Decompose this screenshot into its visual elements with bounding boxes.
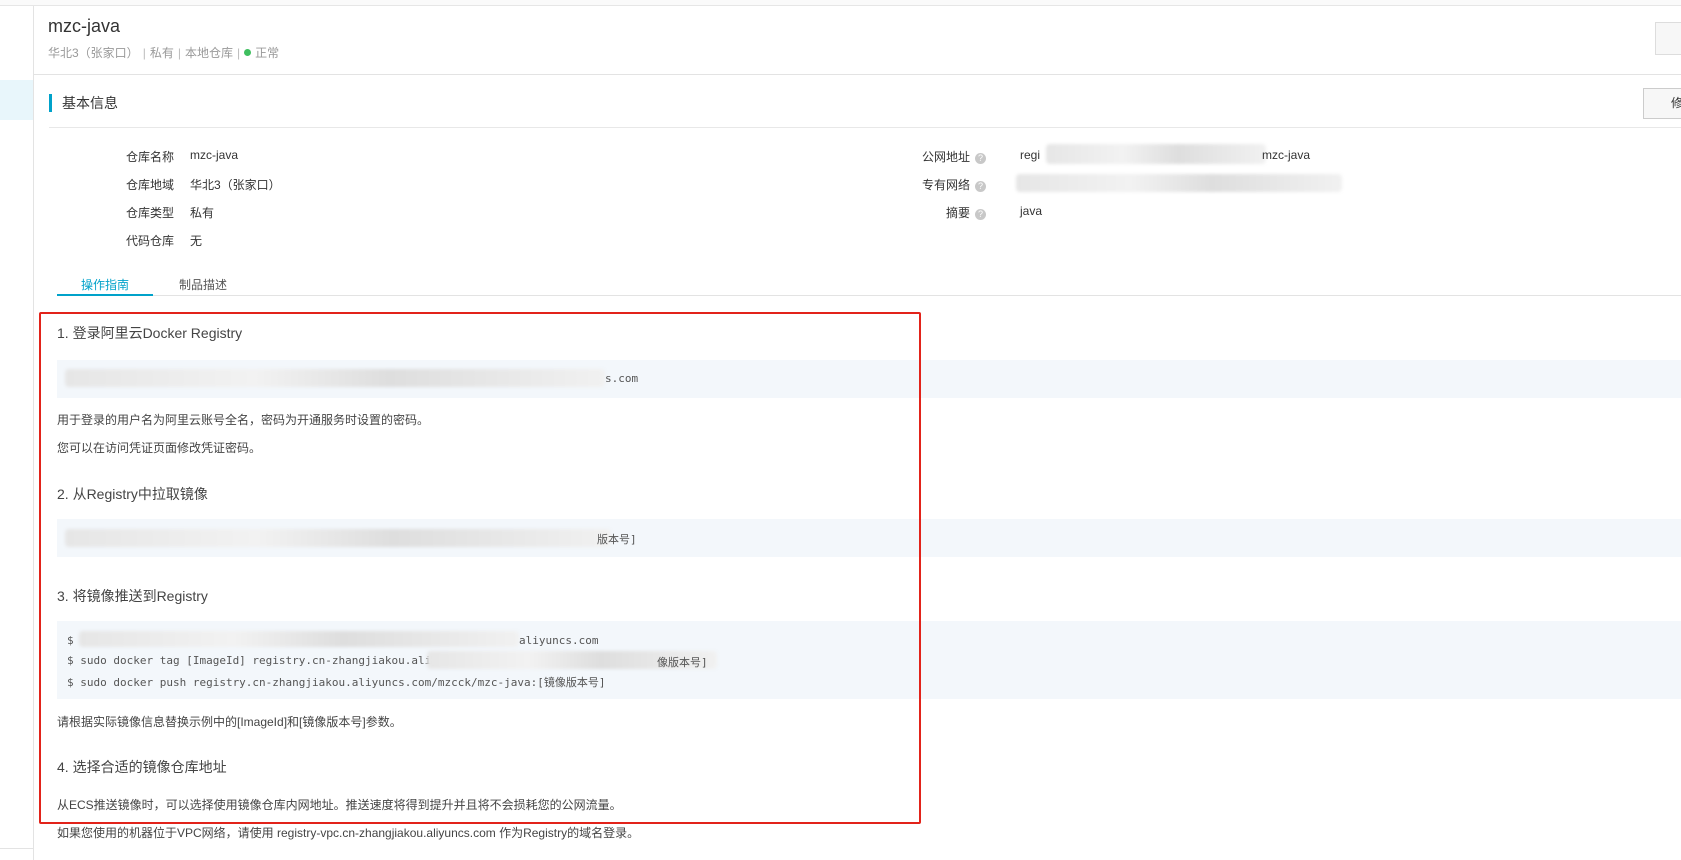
info-label-summary: 摘要? bbox=[896, 204, 986, 221]
section-title: 基本信息 bbox=[49, 94, 118, 112]
info-label-summary-text: 摘要 bbox=[945, 206, 970, 220]
redacted-region bbox=[79, 631, 519, 647]
step1-code-block[interactable]: s.com bbox=[57, 360, 1681, 398]
info-value-code-repo: 无 bbox=[190, 234, 203, 248]
info-label-region: 仓库地域 bbox=[125, 178, 174, 192]
info-label-code-repo: 代码仓库 bbox=[125, 234, 174, 248]
info-value-public-address-suffix: mzc-java bbox=[1262, 148, 1311, 162]
left-sidebar bbox=[0, 6, 34, 860]
info-label-type: 仓库类型 bbox=[125, 206, 174, 220]
help-icon[interactable]: ? bbox=[975, 209, 986, 220]
redacted-region bbox=[65, 529, 611, 547]
meta-separator: | bbox=[236, 46, 241, 60]
tab-bar: 操作指南 制品描述 bbox=[57, 276, 1681, 296]
step3-line2-tail: 像版本号] bbox=[657, 656, 708, 669]
step1-code-tail: s.com bbox=[605, 372, 639, 385]
step3-line1-tail: aliyuncs.com bbox=[519, 634, 599, 647]
info-label-public-address: 公网地址? bbox=[896, 148, 986, 165]
step1-note-1: 用于登录的用户名为阿里云账号全名，密码为开通服务时设置的密码。 bbox=[57, 413, 430, 427]
meta-separator: | bbox=[142, 46, 146, 60]
step3-title: 3. 将镜像推送到Registry bbox=[57, 588, 208, 604]
info-label-name: 仓库名称 bbox=[125, 150, 174, 164]
section-divider bbox=[49, 127, 1681, 128]
step1-title: 1. 登录阿里云Docker Registry bbox=[57, 325, 243, 341]
sidebar-divider bbox=[0, 848, 33, 849]
step4-title: 4. 选择合适的镜像仓库地址 bbox=[57, 759, 227, 775]
step2-code-tail: 版本号] bbox=[597, 533, 637, 546]
tab-guide[interactable]: 操作指南 bbox=[57, 276, 153, 296]
step3-line2: $ sudo docker tag [ImageId] registry.cn-… bbox=[67, 654, 458, 667]
repo-region: 华北3（张家口） bbox=[48, 46, 139, 60]
tab-artifact-description[interactable]: 制品描述 bbox=[153, 276, 253, 296]
redacted-region bbox=[1016, 174, 1342, 192]
step4-note-2: 如果您使用的机器位于VPC网络，请使用 registry-vpc.cn-zhan… bbox=[57, 826, 640, 840]
repo-status: 正常 bbox=[255, 46, 280, 60]
step2-code-block[interactable]: 版本号] bbox=[57, 519, 1681, 557]
redacted-region bbox=[65, 369, 605, 387]
info-value-name: mzc-java bbox=[190, 148, 239, 162]
repo-meta: 华北3（张家口） | 私有 | 本地仓库 | 正常 bbox=[48, 44, 279, 61]
info-label-vpc: 专有网络? bbox=[896, 176, 986, 193]
help-icon[interactable]: ? bbox=[975, 181, 986, 192]
help-icon[interactable]: ? bbox=[975, 153, 986, 164]
info-value-public-address: regi bbox=[1020, 148, 1041, 162]
step3-line1-head: $ bbox=[67, 634, 74, 647]
step3-note: 请根据实际镜像信息替换示例中的[ImageId]和[镜像版本号]参数。 bbox=[57, 715, 402, 729]
info-label-public-address-text: 公网地址 bbox=[921, 150, 970, 164]
redacted-region bbox=[1046, 144, 1266, 164]
info-value-summary: java bbox=[1020, 204, 1043, 218]
repo-title: mzc-java bbox=[48, 16, 121, 36]
header-action-button[interactable] bbox=[1655, 22, 1681, 55]
repo-source: 本地仓库 bbox=[184, 46, 233, 60]
repo-header: mzc-java 华北3（张家口） | 私有 | 本地仓库 | 正常 bbox=[34, 6, 1681, 75]
status-dot-icon bbox=[244, 49, 252, 56]
step2-title: 2. 从Registry中拉取镜像 bbox=[57, 486, 208, 502]
sidebar-item-selected[interactable] bbox=[0, 80, 33, 120]
repo-visibility: 私有 bbox=[149, 46, 174, 60]
meta-separator: | bbox=[177, 46, 181, 60]
step4-note-1: 从ECS推送镜像时，可以选择使用镜像仓库内网地址。推送速度将得到提升并且将不会损… bbox=[57, 798, 622, 812]
edit-info-button[interactable]: 修改信息 bbox=[1643, 88, 1681, 119]
step3-line3: $ sudo docker push registry.cn-zhangjiak… bbox=[67, 676, 606, 689]
info-label-vpc-text: 专有网络 bbox=[921, 178, 970, 192]
step3-code-block[interactable]: $ aliyuncs.com $ sudo docker tag [ImageI… bbox=[57, 621, 1681, 699]
step1-note-2: 您可以在访问凭证页面修改凭证密码。 bbox=[57, 441, 262, 455]
info-value-type: 私有 bbox=[190, 206, 215, 220]
info-value-region: 华北3（张家口） bbox=[190, 178, 281, 192]
